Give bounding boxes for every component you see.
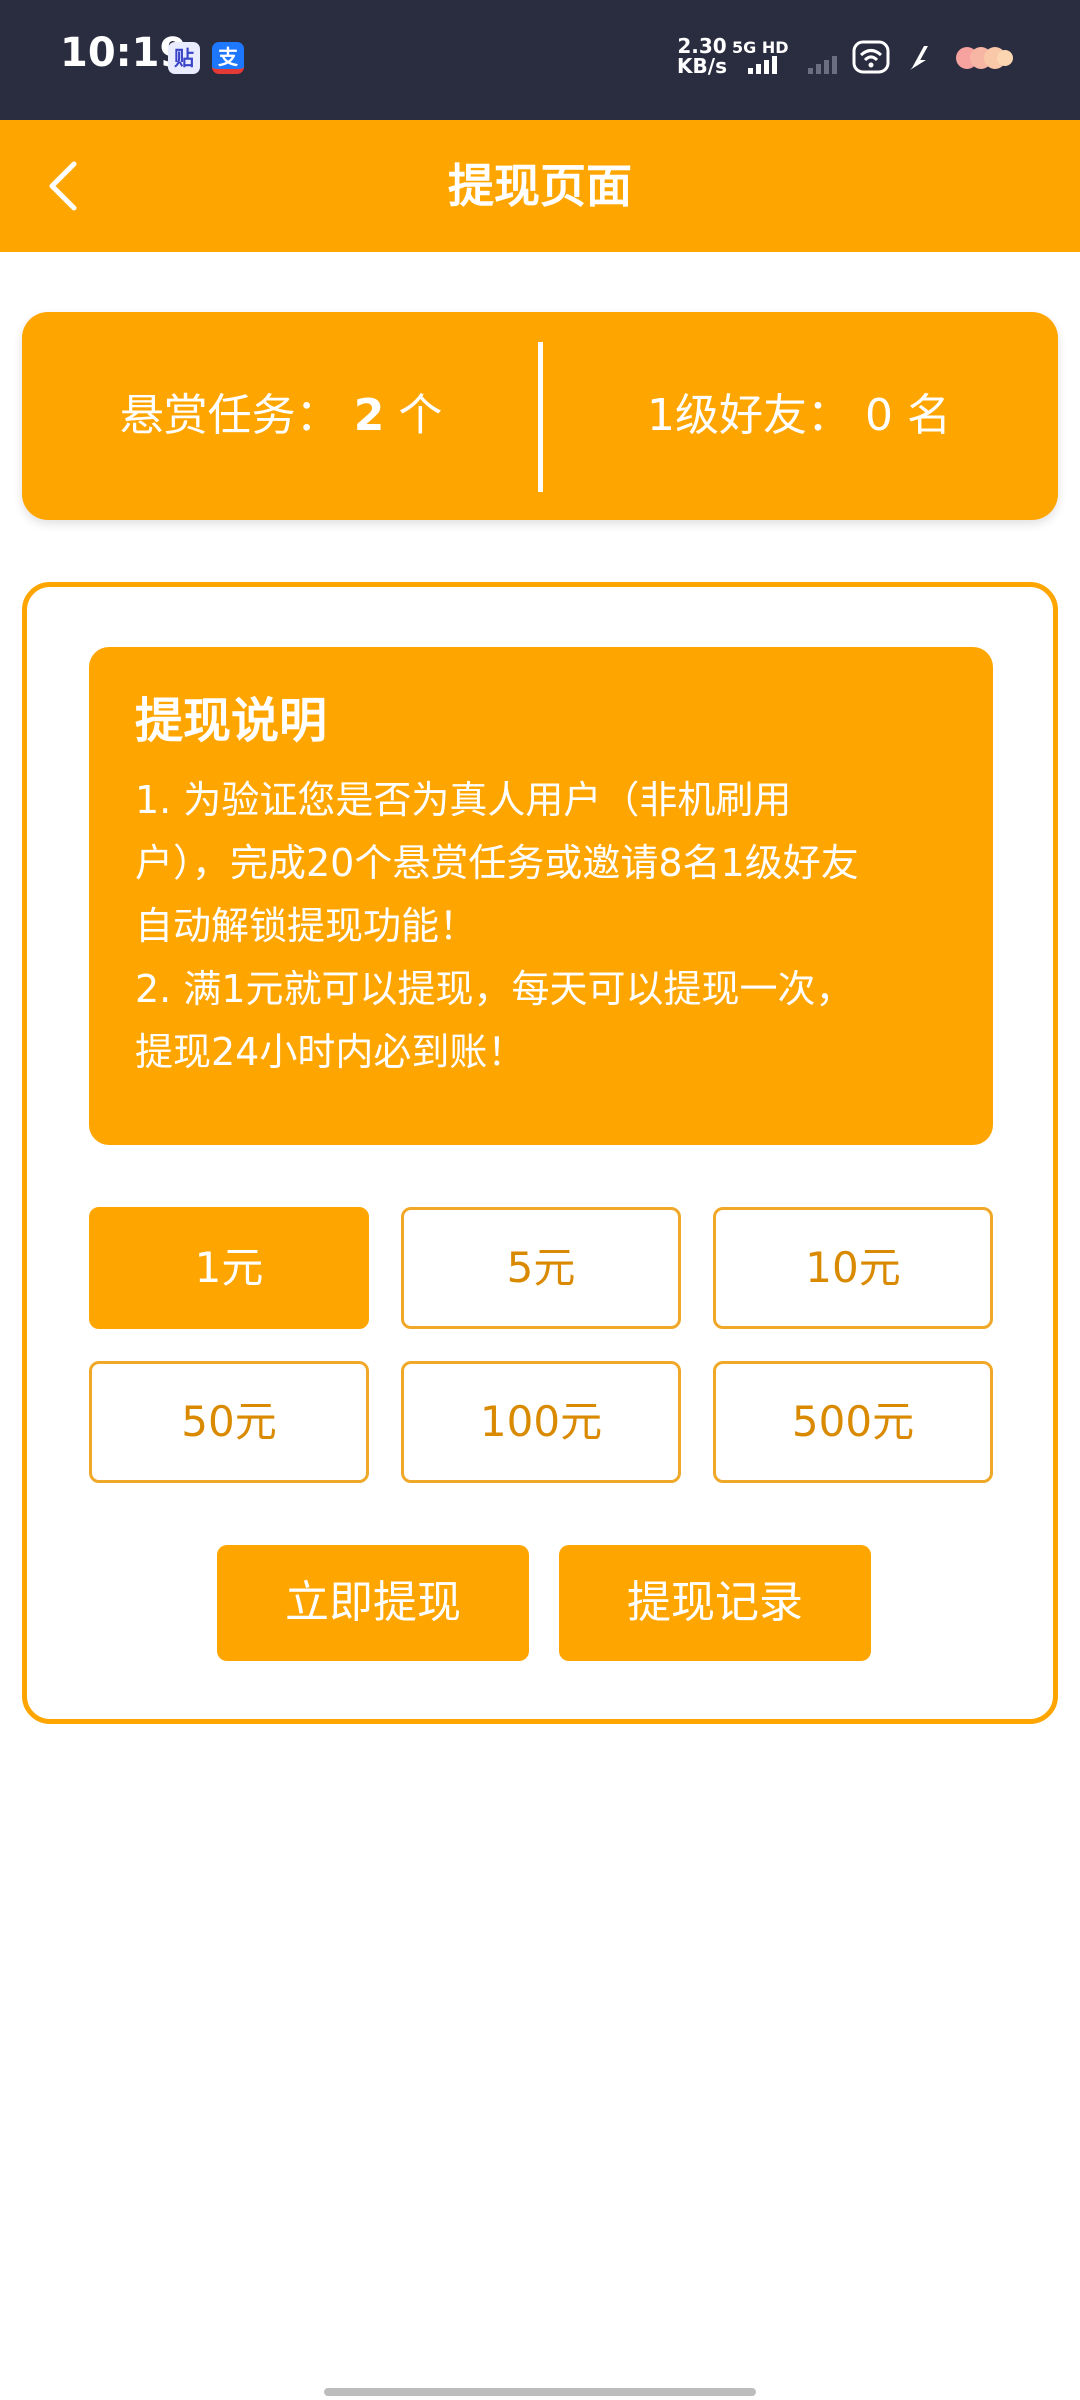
amount-option-50[interactable]: 50元 — [89, 1361, 369, 1483]
page-title: 提现页面 — [448, 159, 632, 213]
notice-line: 1. 为验证您是否为真人用户（非机刷用 — [135, 778, 792, 822]
status-bar: 10:19 贴 支 2.30 KB/s 5G HD — [0, 0, 1080, 120]
amount-option-500[interactable]: 500元 — [713, 1361, 993, 1483]
network-type-label: 5G HD — [732, 38, 789, 57]
notice-title: 提现说明 — [135, 693, 328, 749]
level1-friend-count: 1级好友： 0 名 — [540, 312, 1058, 520]
withdraw-card: 提现说明 1. 为验证您是否为真人用户（非机刷用 户），完成20个悬赏任务或邀请… — [22, 582, 1058, 1724]
battery-icon — [956, 47, 1013, 69]
bounty-task-label: 悬赏任务： — [119, 390, 340, 441]
amount-options: 1元 5元 10元 50元 100元 500元 — [89, 1207, 993, 1483]
amount-option-10[interactable]: 10元 — [713, 1207, 993, 1329]
home-indicator[interactable] — [324, 2388, 756, 2396]
level1-friend-unit: 名 — [907, 390, 951, 441]
charging-bolt-icon — [910, 44, 936, 70]
alipay-app-icon: 支 — [212, 42, 244, 74]
network-speed-value: 2.30 — [677, 34, 727, 58]
notice-line: 自动解锁提现功能！ — [135, 904, 478, 948]
signal-strength-icon — [748, 56, 777, 74]
amount-option-100[interactable]: 100元 — [401, 1361, 681, 1483]
network-speed: 2.30 KB/s — [670, 36, 734, 76]
notice-line: 提现24小时内必到账！ — [135, 1030, 526, 1074]
signal-strength-secondary-icon — [808, 56, 837, 74]
amount-option-5[interactable]: 5元 — [401, 1207, 681, 1329]
bounty-task-count: 悬赏任务： 2 个 — [22, 312, 540, 520]
bounty-task-value: 2 — [353, 390, 385, 441]
notice-line: 2. 满1元就可以提现，每天可以提现一次， — [135, 967, 854, 1011]
level1-friend-label: 1级好友： — [647, 390, 851, 441]
withdraw-records-button[interactable]: 提现记录 — [559, 1545, 871, 1661]
bounty-task-unit: 个 — [398, 390, 443, 441]
amount-option-1[interactable]: 1元 — [89, 1207, 369, 1329]
wifi-icon — [852, 40, 890, 74]
notice-line: 户），完成20个悬赏任务或邀请8名1级好友 — [135, 841, 859, 885]
navigation-bar: 提现页面 — [0, 120, 1080, 252]
tieba-app-icon: 贴 — [168, 42, 200, 74]
withdraw-now-button[interactable]: 立即提现 — [217, 1545, 529, 1661]
level1-friend-value: 0 — [865, 390, 893, 441]
stats-panel: 悬赏任务： 2 个 1级好友： 0 名 — [22, 312, 1058, 520]
withdraw-notice: 提现说明 1. 为验证您是否为真人用户（非机刷用 户），完成20个悬赏任务或邀请… — [89, 647, 993, 1145]
network-speed-unit: KB/s — [677, 54, 727, 78]
